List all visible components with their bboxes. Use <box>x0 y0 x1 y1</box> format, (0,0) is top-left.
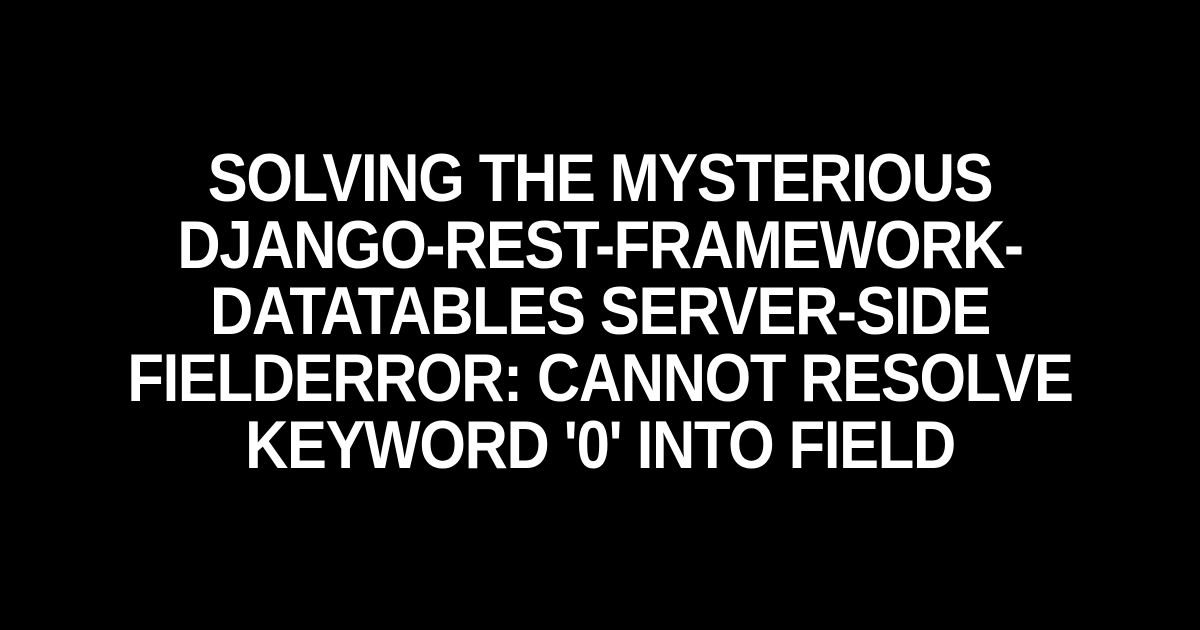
page-title: SOLVING THE MYSTERIOUS DJANGO-REST-FRAME… <box>90 145 1111 478</box>
